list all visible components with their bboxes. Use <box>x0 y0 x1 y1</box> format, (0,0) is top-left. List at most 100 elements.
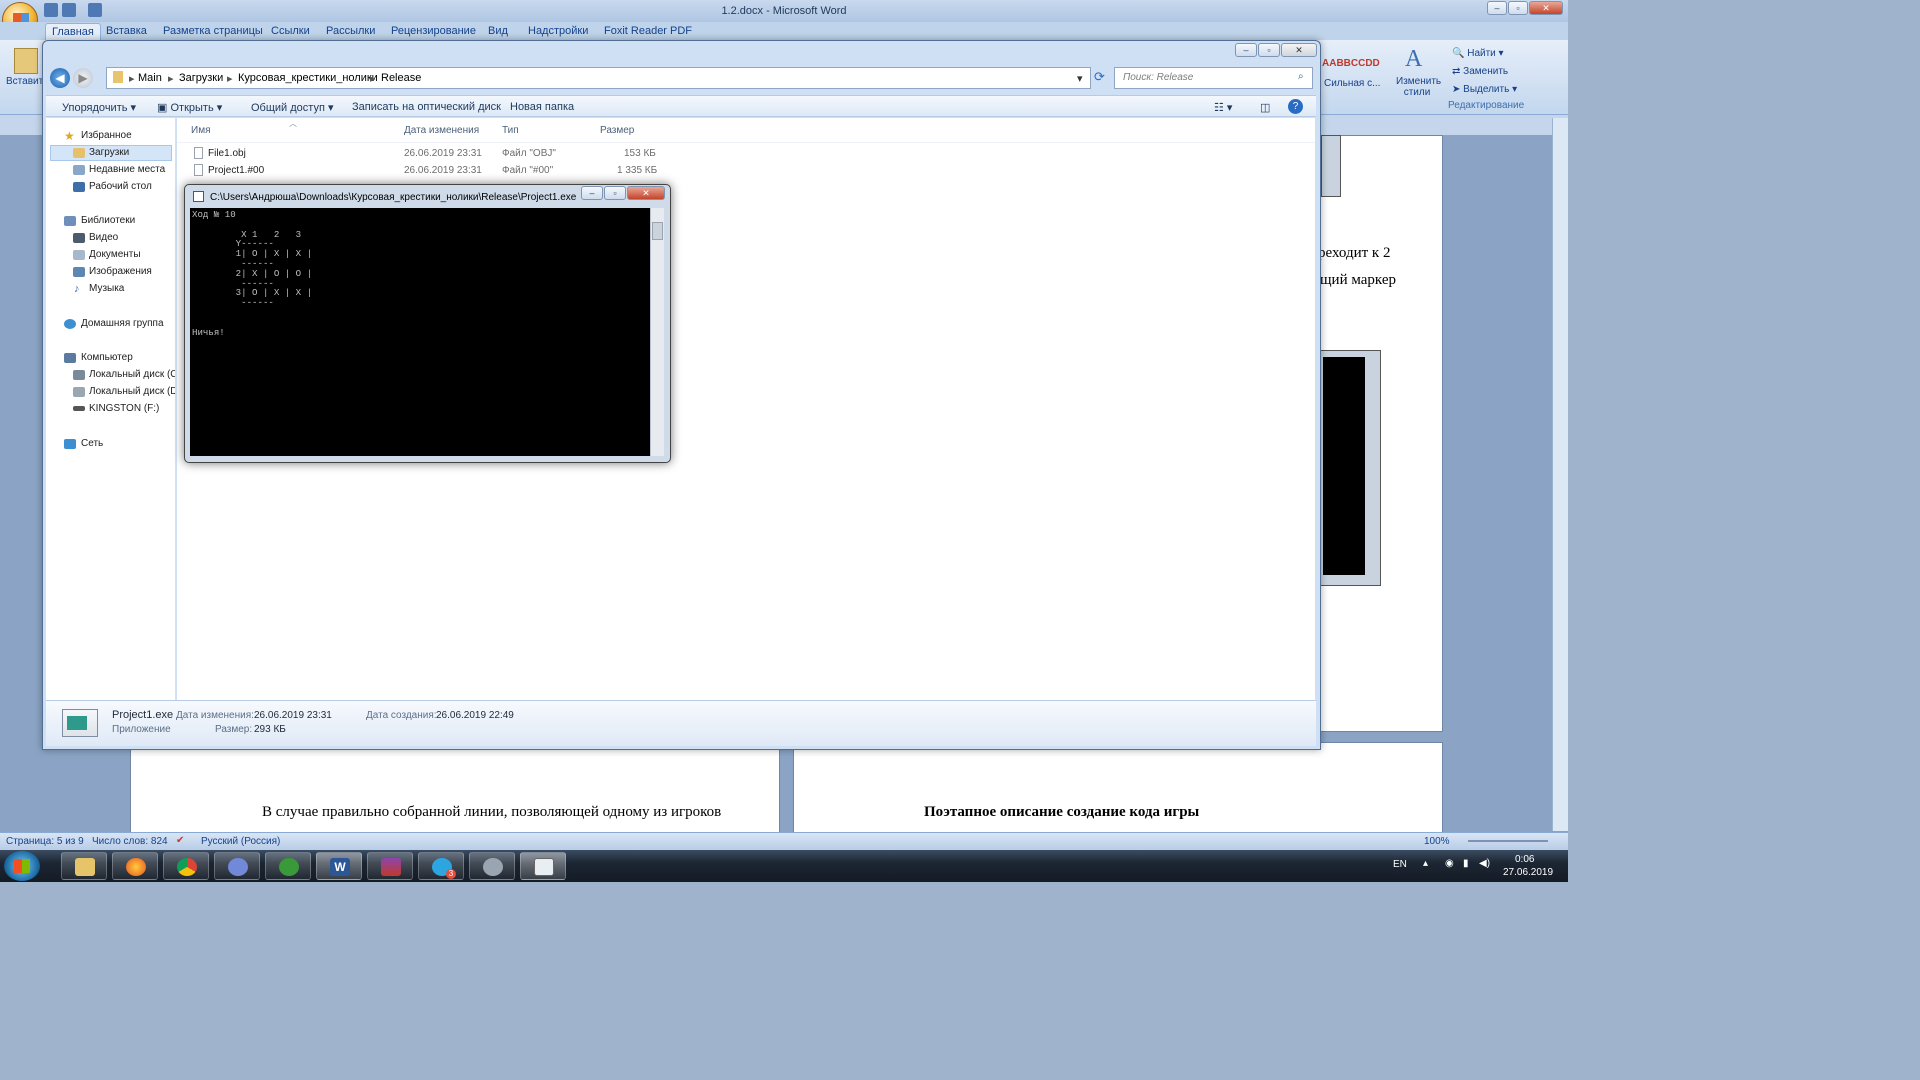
tab-view[interactable]: Вид <box>488 25 508 37</box>
word-maximize-button[interactable]: ▫ <box>1508 1 1528 15</box>
app-icon <box>483 858 503 876</box>
breadcrumb-release[interactable]: Release <box>381 72 421 84</box>
forward-button[interactable]: ▶ <box>73 68 93 88</box>
select-button[interactable]: ➤ Выделить ▾ <box>1452 84 1517 95</box>
spellcheck-icon[interactable]: ✔ <box>176 835 184 846</box>
console-scrollbar[interactable] <box>650 208 664 456</box>
desktop-icon <box>73 182 85 192</box>
refresh-icon[interactable]: ⟳ <box>1094 69 1110 87</box>
tab-home[interactable]: Главная <box>45 23 101 41</box>
breadcrumb-downloads[interactable]: Загрузки <box>179 72 223 84</box>
console-scroll-thumb[interactable] <box>652 222 663 240</box>
share-button[interactable]: Общий доступ ▾ <box>251 101 333 114</box>
change-styles-icon[interactable]: A <box>1405 46 1422 73</box>
nav-downloads[interactable]: Загрузки <box>89 147 129 158</box>
taskbar-console[interactable] <box>520 852 566 880</box>
tab-insert[interactable]: Вставка <box>106 25 147 37</box>
breadcrumb-main[interactable]: Main <box>138 72 162 84</box>
word-vertical-scrollbar[interactable] <box>1552 118 1568 831</box>
status-words[interactable]: Число слов: 824 <box>92 836 168 847</box>
replace-button[interactable]: ⇄ Заменить <box>1452 66 1508 77</box>
nav-recent[interactable]: Недавние места <box>89 164 165 175</box>
status-page[interactable]: Страница: 5 из 9 <box>6 836 84 847</box>
status-zoom[interactable]: 100% <box>1424 836 1450 847</box>
tab-mailings[interactable]: Рассылки <box>326 25 375 37</box>
search-input[interactable]: Поиск: Release ⌕ <box>1114 67 1313 89</box>
view-options-icon[interactable]: ☷ ▾ <box>1214 101 1232 114</box>
nav-music[interactable]: Музыка <box>89 283 124 294</box>
nav-documents[interactable]: Документы <box>89 249 141 260</box>
tab-addins[interactable]: Надстройки <box>528 25 588 37</box>
nav-disk-c[interactable]: Локальный диск (C <box>89 369 175 380</box>
explorer-minimize-button[interactable]: – <box>1235 43 1257 57</box>
find-button[interactable]: 🔍 Найти ▾ <box>1452 48 1504 59</box>
search-icon[interactable]: ⌕ <box>1298 71 1304 82</box>
column-date[interactable]: Дата изменения <box>404 125 479 136</box>
open-button[interactable]: ▣ Открыть ▾ <box>157 101 222 114</box>
console-minimize-button[interactable]: – <box>581 186 603 200</box>
redo-icon[interactable] <box>88 3 102 17</box>
address-bar[interactable]: ▸ Main ▸ Загрузки ▸ Курсовая_крестики_но… <box>106 67 1091 89</box>
burn-button[interactable]: Записать на оптический диск <box>352 101 501 113</box>
breadcrumb-project[interactable]: Курсовая_крестики_нолики <box>238 72 378 84</box>
change-styles-button[interactable]: Изменить стили <box>1396 76 1441 98</box>
file-row[interactable]: File1.obj 26.06.2019 23:31 Файл "OBJ" 15… <box>178 145 662 161</box>
clock-date[interactable]: 27.06.2019 <box>1503 867 1553 878</box>
undo-icon[interactable] <box>62 3 76 17</box>
taskbar-telegram[interactable]: 3 <box>418 852 464 880</box>
tab-foxit[interactable]: Foxit Reader PDF <box>604 25 692 37</box>
nav-images[interactable]: Изображения <box>89 266 152 277</box>
word-close-button[interactable]: ✕ <box>1529 1 1563 15</box>
tray-expand-icon[interactable]: ▴ <box>1423 858 1428 869</box>
preview-pane-icon[interactable]: ◫ <box>1260 101 1270 114</box>
taskbar-chrome[interactable] <box>163 852 209 880</box>
column-name[interactable]: Имя <box>191 125 210 136</box>
word-window-title: 1.2.docx - Microsoft Word <box>721 5 847 17</box>
console-close-button[interactable]: ✕ <box>627 186 665 200</box>
network-tray-icon[interactable]: ▮ <box>1463 858 1469 869</box>
column-type[interactable]: Тип <box>502 125 519 136</box>
word-minimize-button[interactable]: – <box>1487 1 1507 15</box>
nav-libraries[interactable]: Библиотеки <box>81 215 135 226</box>
explorer-close-button[interactable]: ✕ <box>1281 43 1317 57</box>
status-language[interactable]: Русский (Россия) <box>201 836 280 847</box>
nav-disk-d[interactable]: Локальный диск (D <box>89 386 175 397</box>
tray-app-icon[interactable]: ◉ <box>1445 858 1454 869</box>
taskbar-firefox[interactable] <box>112 852 158 880</box>
taskbar-discord[interactable] <box>214 852 260 880</box>
volume-icon[interactable]: ◀) <box>1479 858 1490 869</box>
taskbar-antivirus[interactable] <box>265 852 311 880</box>
clock-time[interactable]: 0:06 <box>1515 854 1534 865</box>
nav-kingston[interactable]: KINGSTON (F:) <box>89 403 159 414</box>
save-icon[interactable] <box>44 3 58 17</box>
console-maximize-button[interactable]: ▫ <box>604 186 626 200</box>
new-folder-button[interactable]: Новая папка <box>510 101 574 113</box>
nav-homegroup[interactable]: Домашняя группа <box>81 318 164 329</box>
nav-favorites[interactable]: Избранное <box>81 130 132 141</box>
nav-computer[interactable]: Компьютер <box>81 352 133 363</box>
tab-page-layout[interactable]: Разметка страницы <box>163 25 263 37</box>
organize-button[interactable]: Упорядочить ▾ <box>62 101 136 114</box>
style-name[interactable]: Сильная с... <box>1324 78 1380 89</box>
paste-icon[interactable] <box>14 48 38 74</box>
language-indicator[interactable]: EN <box>1393 859 1407 870</box>
back-button[interactable]: ◀ <box>50 68 70 88</box>
help-icon[interactable]: ? <box>1288 99 1303 114</box>
column-size[interactable]: Размер <box>600 125 634 136</box>
zoom-slider[interactable] <box>1468 840 1548 842</box>
explorer-maximize-button[interactable]: ▫ <box>1258 43 1280 57</box>
taskbar-app[interactable] <box>469 852 515 880</box>
tab-references[interactable]: Ссылки <box>271 25 310 37</box>
nav-video[interactable]: Видео <box>89 232 118 243</box>
taskbar-winrar[interactable] <box>367 852 413 880</box>
address-dropdown-icon[interactable]: ▾ <box>1077 72 1083 85</box>
start-button[interactable] <box>4 851 40 881</box>
nav-network[interactable]: Сеть <box>81 438 103 449</box>
tab-review[interactable]: Рецензирование <box>391 25 476 37</box>
style-preview[interactable]: AABBCCDD <box>1322 58 1380 69</box>
file-row[interactable]: Project1.#00 26.06.2019 23:31 Файл "#00"… <box>178 162 662 178</box>
nav-desktop[interactable]: Рабочий стол <box>89 181 152 192</box>
taskbar-word[interactable]: W <box>316 852 362 880</box>
console-output-area[interactable]: Ход № 10 X 1 2 3 Y------ 1| O | X | X | … <box>190 208 650 456</box>
taskbar-explorer[interactable] <box>61 852 107 880</box>
